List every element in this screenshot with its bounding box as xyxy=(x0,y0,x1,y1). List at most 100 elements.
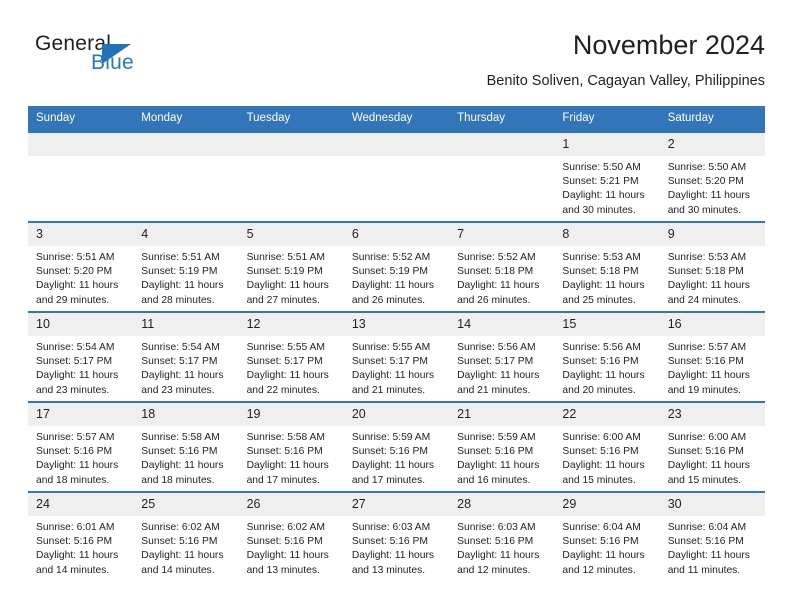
day-details: Sunrise: 5:50 AM Sunset: 5:20 PM Dayligh… xyxy=(660,156,765,218)
calendar-day-cell[interactable]: 22 Sunrise: 6:00 AM Sunset: 5:16 PM Dayl… xyxy=(554,401,660,492)
calendar-day-cell[interactable]: 26 Sunrise: 6:02 AM Sunset: 5:16 PM Dayl… xyxy=(238,491,344,581)
calendar-day-cell[interactable]: 6 Sunrise: 5:52 AM Sunset: 5:19 PM Dayli… xyxy=(343,221,450,312)
sunrise-text: Sunrise: 6:00 AM xyxy=(562,432,641,443)
day-number: 17 xyxy=(28,403,134,426)
calendar-day-cell[interactable]: 10 Sunrise: 5:54 AM Sunset: 5:17 PM Dayl… xyxy=(28,311,134,402)
page-title: November 2024 xyxy=(572,30,765,60)
calendar-day-cell[interactable]: 20 Sunrise: 5:59 AM Sunset: 5:16 PM Dayl… xyxy=(343,401,450,492)
sunrise-text: Sunrise: 6:02 AM xyxy=(141,522,220,533)
sunset-text: Sunset: 5:16 PM xyxy=(246,446,323,458)
sunset-text: Sunset: 5:18 PM xyxy=(667,266,744,278)
day-details: Sunrise: 5:59 AM Sunset: 5:16 PM Dayligh… xyxy=(344,426,449,488)
day-number: 28 xyxy=(449,493,555,516)
day-details: Sunrise: 5:51 AM Sunset: 5:20 PM Dayligh… xyxy=(28,246,133,308)
calendar-day-cell[interactable]: 13 Sunrise: 5:55 AM Sunset: 5:17 PM Dayl… xyxy=(343,311,450,402)
calendar-day-cell[interactable] xyxy=(28,131,134,222)
daylight-text-line2: and 15 minutes. xyxy=(667,474,741,486)
daylight-text-line1: Daylight: 11 hours xyxy=(562,460,645,472)
day-number: 7 xyxy=(449,223,555,246)
day-number xyxy=(343,133,450,156)
weekday-header-tuesday: Tuesday xyxy=(238,106,344,132)
calendar-day-cell[interactable]: 30 Sunrise: 6:04 AM Sunset: 5:16 PM Dayl… xyxy=(659,491,765,581)
calendar-day-cell[interactable]: 18 Sunrise: 5:58 AM Sunset: 5:16 PM Dayl… xyxy=(133,401,239,492)
sunrise-text: Sunrise: 5:55 AM xyxy=(246,342,325,353)
calendar-day-cell[interactable]: 24 Sunrise: 6:01 AM Sunset: 5:16 PM Dayl… xyxy=(28,491,134,581)
daylight-text-line1: Daylight: 11 hours xyxy=(562,370,645,382)
daylight-text-line1: Daylight: 11 hours xyxy=(562,190,645,202)
calendar-day-cell[interactable]: 9 Sunrise: 5:53 AM Sunset: 5:18 PM Dayli… xyxy=(659,221,765,312)
day-details: Sunrise: 5:52 AM Sunset: 5:18 PM Dayligh… xyxy=(449,246,554,308)
calendar-day-cell[interactable]: 14 Sunrise: 5:56 AM Sunset: 5:17 PM Dayl… xyxy=(449,311,555,402)
sunrise-text: Sunrise: 5:51 AM xyxy=(36,252,115,263)
calendar-day-cell[interactable]: 27 Sunrise: 6:03 AM Sunset: 5:16 PM Dayl… xyxy=(343,491,450,581)
daylight-text-line2: and 14 minutes. xyxy=(36,564,110,576)
day-details: Sunrise: 5:59 AM Sunset: 5:16 PM Dayligh… xyxy=(449,426,554,488)
sunset-text: Sunset: 5:16 PM xyxy=(141,536,218,548)
daylight-text-line1: Daylight: 11 hours xyxy=(667,370,750,382)
day-details: Sunrise: 5:53 AM Sunset: 5:18 PM Dayligh… xyxy=(660,246,765,308)
daylight-text-line2: and 18 minutes. xyxy=(36,474,110,486)
day-details: Sunrise: 5:57 AM Sunset: 5:16 PM Dayligh… xyxy=(660,336,765,398)
calendar-day-cell[interactable] xyxy=(449,131,555,222)
daylight-text-line1: Daylight: 11 hours xyxy=(141,280,224,292)
calendar-day-cell[interactable]: 3 Sunrise: 5:51 AM Sunset: 5:20 PM Dayli… xyxy=(28,221,134,312)
calendar-day-cell[interactable]: 4 Sunrise: 5:51 AM Sunset: 5:19 PM Dayli… xyxy=(133,221,239,312)
weekday-header-friday: Friday xyxy=(554,106,660,132)
calendar-day-cell[interactable]: 28 Sunrise: 6:03 AM Sunset: 5:16 PM Dayl… xyxy=(449,491,555,581)
sunset-text: Sunset: 5:16 PM xyxy=(667,536,744,548)
calendar-day-cell[interactable]: 8 Sunrise: 5:53 AM Sunset: 5:18 PM Dayli… xyxy=(554,221,660,312)
day-number: 30 xyxy=(659,493,765,516)
daylight-text-line2: and 12 minutes. xyxy=(457,564,531,576)
day-details: Sunrise: 5:55 AM Sunset: 5:17 PM Dayligh… xyxy=(239,336,344,398)
calendar-day-cell[interactable]: 1 Sunrise: 5:50 AM Sunset: 5:21 PM Dayli… xyxy=(554,131,660,222)
sunset-text: Sunset: 5:16 PM xyxy=(351,536,428,548)
calendar-day-cell[interactable]: 25 Sunrise: 6:02 AM Sunset: 5:16 PM Dayl… xyxy=(133,491,239,581)
calendar-day-cell[interactable]: 23 Sunrise: 6:00 AM Sunset: 5:16 PM Dayl… xyxy=(659,401,765,492)
calendar-day-cell[interactable]: 21 Sunrise: 5:59 AM Sunset: 5:16 PM Dayl… xyxy=(449,401,555,492)
day-number: 11 xyxy=(133,313,239,336)
day-details: Sunrise: 5:54 AM Sunset: 5:17 PM Dayligh… xyxy=(28,336,133,398)
calendar-day-cell[interactable] xyxy=(238,131,344,222)
day-number: 15 xyxy=(554,313,660,336)
daylight-text-line2: and 22 minutes. xyxy=(246,384,320,396)
sunset-text: Sunset: 5:16 PM xyxy=(457,536,534,548)
calendar-week-row: 3 Sunrise: 5:51 AM Sunset: 5:20 PM Dayli… xyxy=(28,221,765,312)
calendar-day-cell[interactable]: 17 Sunrise: 5:57 AM Sunset: 5:16 PM Dayl… xyxy=(28,401,134,492)
calendar-week-row: 17 Sunrise: 5:57 AM Sunset: 5:16 PM Dayl… xyxy=(28,401,765,492)
calendar-day-cell[interactable]: 11 Sunrise: 5:54 AM Sunset: 5:17 PM Dayl… xyxy=(133,311,239,402)
sunset-text: Sunset: 5:18 PM xyxy=(562,266,639,278)
day-number: 22 xyxy=(554,403,660,426)
day-number: 25 xyxy=(133,493,239,516)
day-details: Sunrise: 6:00 AM Sunset: 5:16 PM Dayligh… xyxy=(554,426,659,488)
calendar-day-cell[interactable] xyxy=(343,131,450,222)
weekday-header-wednesday: Wednesday xyxy=(343,106,450,132)
calendar-day-cell[interactable]: 12 Sunrise: 5:55 AM Sunset: 5:17 PM Dayl… xyxy=(238,311,344,402)
sunrise-text: Sunrise: 5:56 AM xyxy=(562,342,641,353)
calendar-day-cell[interactable]: 7 Sunrise: 5:52 AM Sunset: 5:18 PM Dayli… xyxy=(449,221,555,312)
day-details: Sunrise: 6:03 AM Sunset: 5:16 PM Dayligh… xyxy=(449,516,554,578)
calendar-day-cell[interactable]: 15 Sunrise: 5:56 AM Sunset: 5:16 PM Dayl… xyxy=(554,311,660,402)
day-details: Sunrise: 6:02 AM Sunset: 5:16 PM Dayligh… xyxy=(239,516,344,578)
day-details: Sunrise: 5:51 AM Sunset: 5:19 PM Dayligh… xyxy=(239,246,344,308)
calendar-day-cell[interactable]: 19 Sunrise: 5:58 AM Sunset: 5:16 PM Dayl… xyxy=(238,401,344,492)
sunset-text: Sunset: 5:16 PM xyxy=(246,536,323,548)
day-number: 16 xyxy=(659,313,765,336)
sunset-text: Sunset: 5:17 PM xyxy=(457,356,534,368)
calendar-day-cell[interactable]: 5 Sunrise: 5:51 AM Sunset: 5:19 PM Dayli… xyxy=(238,221,344,312)
logo-general-blue[interactable]: General Blue xyxy=(28,32,268,92)
daylight-text-line1: Daylight: 11 hours xyxy=(457,370,540,382)
daylight-text-line2: and 15 minutes. xyxy=(562,474,636,486)
sunrise-text: Sunrise: 5:51 AM xyxy=(246,252,325,263)
calendar-day-cell[interactable]: 29 Sunrise: 6:04 AM Sunset: 5:16 PM Dayl… xyxy=(554,491,660,581)
sunset-text: Sunset: 5:16 PM xyxy=(562,446,639,458)
daylight-text-line2: and 26 minutes. xyxy=(457,294,531,306)
daylight-text-line1: Daylight: 11 hours xyxy=(246,280,329,292)
calendar-day-cell[interactable]: 2 Sunrise: 5:50 AM Sunset: 5:20 PM Dayli… xyxy=(659,131,765,222)
sunset-text: Sunset: 5:16 PM xyxy=(457,446,534,458)
sunset-text: Sunset: 5:16 PM xyxy=(667,356,744,368)
sunset-text: Sunset: 5:17 PM xyxy=(36,356,113,368)
day-number: 6 xyxy=(343,223,450,246)
calendar-day-cell[interactable] xyxy=(133,131,239,222)
sunrise-text: Sunrise: 5:50 AM xyxy=(562,162,641,173)
calendar-day-cell[interactable]: 16 Sunrise: 5:57 AM Sunset: 5:16 PM Dayl… xyxy=(659,311,765,402)
